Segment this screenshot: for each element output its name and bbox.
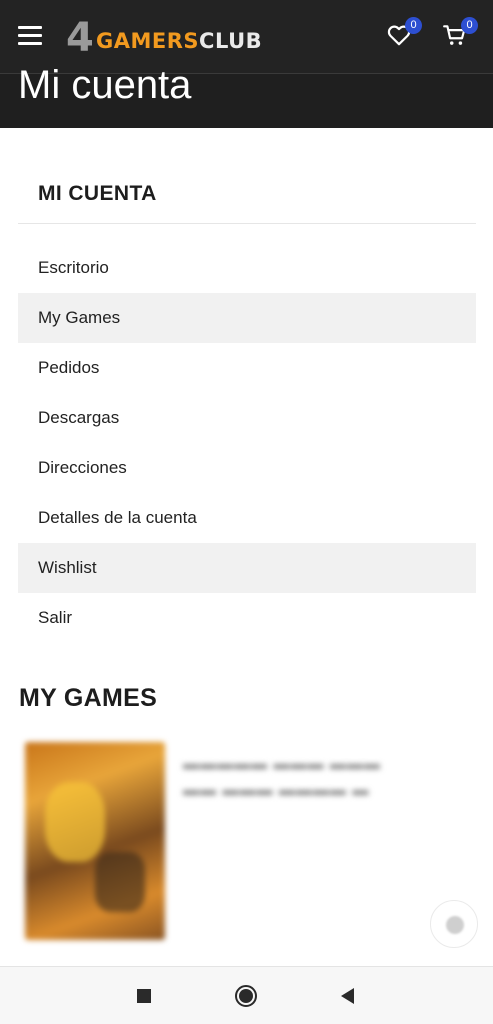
nav-item-direcciones[interactable]: Direcciones	[18, 443, 476, 493]
game-title-blurred[interactable]: ▬▬▬▬▬ ▬▬▬ ▬▬▬ ▬▬ ▬▬▬ ▬▬▬▬ ▬	[183, 752, 413, 804]
back-button[interactable]	[334, 983, 360, 1009]
floating-action-button[interactable]	[430, 900, 478, 948]
account-nav-list: Escritorio My Games Pedidos Descargas Di…	[18, 243, 476, 643]
account-nav-title: MI CUENTA	[18, 158, 476, 224]
fab-icon	[446, 916, 464, 934]
menu-icon[interactable]	[18, 26, 42, 46]
circle-icon	[235, 985, 257, 1007]
wishlist-count-badge: 0	[405, 17, 422, 34]
nav-item-escritorio[interactable]: Escritorio	[18, 243, 476, 293]
my-games-heading: MY GAMES	[19, 684, 158, 712]
system-navigation-bar	[0, 966, 493, 1024]
logo-part1: GAMERS	[96, 29, 200, 53]
site-header: 4 GAMERSCLUB 0 0 Mi cuenta	[0, 0, 493, 128]
nav-item-pedidos[interactable]: Pedidos	[18, 343, 476, 393]
account-navigation: MI CUENTA Escritorio My Games Pedidos De…	[18, 158, 476, 643]
nav-item-my-games[interactable]: My Games	[18, 293, 476, 343]
game-cover-image[interactable]	[25, 742, 165, 940]
back-triangle-icon	[341, 988, 354, 1004]
nav-item-salir[interactable]: Salir	[18, 593, 476, 643]
cart-button[interactable]: 0	[442, 17, 478, 52]
nav-item-detalles-cuenta[interactable]: Detalles de la cuenta	[18, 493, 476, 543]
nav-item-wishlist[interactable]: Wishlist	[18, 543, 476, 593]
logo-prefix: 4	[66, 15, 94, 61]
page-title: Mi cuenta	[18, 63, 192, 107]
recents-button[interactable]	[131, 983, 157, 1009]
nav-item-descargas[interactable]: Descargas	[18, 393, 476, 443]
logo-part2: CLUB	[199, 29, 263, 53]
site-logo[interactable]: 4 GAMERSCLUB	[66, 18, 276, 58]
cart-count-badge: 0	[461, 17, 478, 34]
logo-text: GAMERSCLUB	[96, 30, 262, 52]
wishlist-button[interactable]: 0	[386, 17, 422, 52]
square-icon	[137, 989, 151, 1003]
game-card[interactable]: ▬▬▬▬▬ ▬▬▬ ▬▬▬ ▬▬ ▬▬▬ ▬▬▬▬ ▬	[20, 738, 440, 948]
home-button[interactable]	[233, 983, 259, 1009]
